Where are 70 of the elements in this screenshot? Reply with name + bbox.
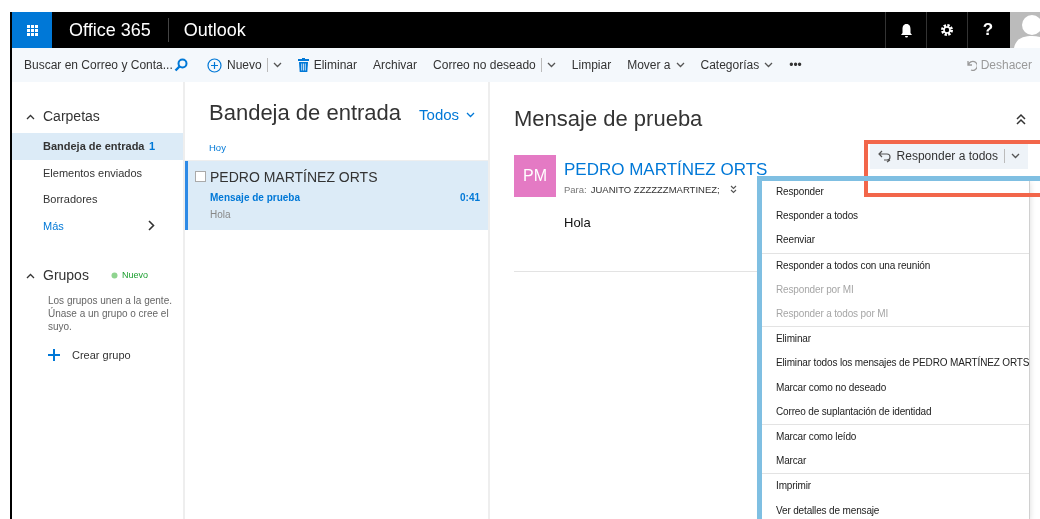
- reply-all-icon: [877, 149, 891, 163]
- app-name: Outlook: [182, 18, 247, 42]
- folder-item[interactable]: Elementos enviados: [12, 159, 183, 186]
- folder-item[interactable]: Borradores: [12, 186, 183, 213]
- toolbar-button[interactable]: Limpiar: [571, 56, 612, 74]
- toolbar-button[interactable]: Archivar: [373, 56, 418, 74]
- menu-item[interactable]: Responder a todos: [762, 204, 1029, 229]
- new-button[interactable]: Nuevo: [207, 56, 282, 74]
- chevron-down-icon: [764, 62, 774, 68]
- checkbox[interactable]: [195, 171, 206, 183]
- chevron-right-icon[interactable]: [148, 220, 155, 232]
- folder-title: Bandeja de entrada: [209, 99, 402, 127]
- menu-item[interactable]: Imprimir: [762, 474, 1029, 499]
- search-icon: [174, 58, 188, 72]
- create-group-link[interactable]: Crear grupo: [12, 333, 131, 364]
- toolbar-menu-button[interactable]: Categorías: [700, 56, 774, 74]
- avatar: PM: [514, 155, 556, 197]
- new-label: Nuevo: [110, 268, 148, 283]
- menu-item[interactable]: Marcar como leído: [762, 425, 1029, 450]
- sender-name: PEDRO MARTÍNEZ ORTS: [210, 168, 379, 188]
- message-title: Mensaje de prueba: [514, 105, 703, 133]
- menu-item[interactable]: Responder a todos con una reunión: [762, 253, 1029, 278]
- toolbar-button[interactable]: •••: [789, 56, 802, 74]
- groups-heading[interactable]: Grupos: [43, 265, 89, 286]
- menu-item[interactable]: Reenviar: [762, 228, 1029, 253]
- settings-icon: [940, 23, 954, 37]
- undo-icon: [964, 59, 977, 71]
- expand-icon[interactable]: [729, 185, 737, 195]
- menu-item[interactable]: Eliminar: [762, 327, 1029, 352]
- chevron-down-icon: [675, 62, 685, 68]
- bell-icon: [899, 22, 913, 38]
- folder-item[interactable]: Bandeja de entrada 1: [12, 133, 183, 160]
- chevron-down-icon: [272, 62, 282, 68]
- sender-link[interactable]: PEDRO MARTÍNEZ ORTS: [564, 157, 768, 183]
- menu-item[interactable]: Marcar: [762, 449, 1029, 474]
- chevron-down-icon: [466, 112, 476, 119]
- to-label: Para:: [564, 182, 587, 197]
- toolbar-menu-button[interactable]: Mover a: [627, 56, 685, 74]
- unread-count: 1: [148, 139, 155, 154]
- plus-circle-icon: [207, 57, 222, 73]
- menu-item[interactable]: Marcar como no deseado: [762, 375, 1029, 400]
- menu-item[interactable]: Ver detalles de mensaje: [762, 498, 1029, 519]
- reply-all-button[interactable]: Responder a todos: [869, 143, 1028, 169]
- more-link[interactable]: Más: [43, 217, 64, 234]
- message-preview: Hola: [210, 208, 232, 223]
- plus-icon: [48, 349, 60, 362]
- delete-button[interactable]: Eliminar: [297, 56, 358, 74]
- message-item[interactable]: PEDRO MARTÍNEZ ORTS Mensaje de prueba 0:41 Hola: [185, 161, 488, 231]
- brand-name[interactable]: Office 365: [52, 18, 169, 42]
- menu-item[interactable]: Responder: [762, 180, 1029, 205]
- menu-item[interactable]: Eliminar todos los mensajes de PEDRO MARTÍNEZ ORTS: [762, 351, 1029, 376]
- sparkle-icon: [110, 272, 118, 279]
- menu-item[interactable]: Correo de suplantación de identidad: [762, 399, 1029, 425]
- toolbar-button[interactable]: Correo no deseado: [433, 56, 556, 74]
- caret-up-icon[interactable]: [26, 272, 35, 279]
- chevron-down-icon: [546, 62, 556, 68]
- message-time: 0:41: [460, 191, 480, 206]
- filter-dropdown[interactable]: Todos: [419, 104, 476, 127]
- search-field[interactable]: Buscar en Correo y Conta...: [12, 56, 185, 74]
- caret-up-icon[interactable]: [26, 113, 35, 120]
- message-subject: Mensaje de prueba: [210, 191, 301, 206]
- folders-heading[interactable]: Carpetas: [43, 106, 100, 127]
- collapse-icon[interactable]: [1016, 112, 1026, 125]
- recipient-name: JUANITO ZZZZZZMARTINEZ;: [590, 182, 720, 197]
- app-launcher-button[interactable]: [12, 12, 52, 48]
- grid-icon: [26, 24, 38, 36]
- trash-icon: [297, 58, 309, 72]
- groups-description: Los grupos unen a la gente. Únase a un grupo o cree el suyo.: [47, 294, 173, 333]
- message-body: Hola: [563, 214, 591, 232]
- chevron-down-icon: [1011, 153, 1020, 159]
